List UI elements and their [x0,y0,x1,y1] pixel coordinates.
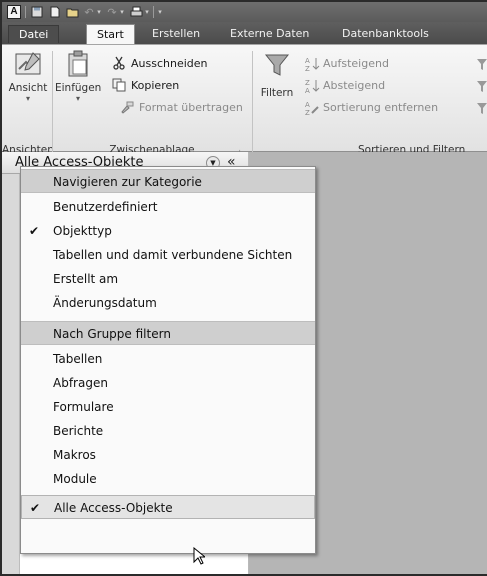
menu-item-label: Benutzerdefiniert [53,200,158,214]
svg-text:A: A [305,57,310,65]
tab-erstellen[interactable]: Erstellen [142,24,210,44]
paste-icon [68,50,88,77]
ribbon-tab-row: Datei Start Erstellen Externe Daten Date… [2,22,487,44]
svg-text:Z: Z [305,109,310,116]
menu-item-label: Objekttyp [53,224,112,238]
save-icon[interactable] [30,5,44,19]
ribbon: Ansicht ▾ Ansichten Einfügen ▾ Ausschnei… [2,44,487,156]
access-window: A ↶ ▾ ↷ ▾ ▾ ▾ Datei Start Erstellen Exte… [0,0,487,576]
menu-item-label: Berichte [53,424,104,438]
new-file-icon[interactable] [48,5,62,19]
einfuegen-button[interactable]: Einfügen ▾ [55,49,101,103]
menu-item-label: Änderungsdatum [53,296,157,310]
menu-item-module[interactable]: Module [21,467,315,491]
nav-category-menu: Navigieren zur Kategorie Benutzerdefinie… [20,166,316,554]
redo-icon: ↷ [107,5,117,19]
menu-item-alle-access-objekte[interactable]: ✔ Alle Access-Objekte [21,495,315,519]
customize-toolbar-icon[interactable]: ▾ [156,5,164,19]
svg-text:A: A [305,101,310,109]
open-folder-icon[interactable] [65,5,79,19]
menu-item-label: Erstellt am [53,272,119,286]
copy-icon [112,78,128,94]
tab-datenbanktools[interactable]: Datenbanktools [332,24,439,44]
tab-externe-daten[interactable]: Externe Daten [220,24,319,44]
menu-header-label: Navigieren zur Kategorie [53,175,202,189]
toggle-filter-icon [476,99,487,117]
print-dropdown-icon[interactable]: ▾ [143,5,151,19]
menu-item-label: Module [53,472,97,486]
undo-dropdown-icon: ▾ [97,8,101,16]
toolbar-separator [25,6,26,18]
selection-filter-icon [476,55,487,73]
title-bar: A ↶ ▾ ↷ ▾ ▾ ▾ [2,2,487,22]
menu-item-aenderungsdatum[interactable]: Änderungsdatum [21,291,315,315]
sort-ascending-icon: AZ [304,56,320,73]
menu-item-objekttyp[interactable]: ✔ Objekttyp [21,219,315,243]
menu-item-formulare[interactable]: Formulare [21,395,315,419]
absteigend-button[interactable]: ZA Absteigend [304,77,385,95]
kopieren-button[interactable]: Kopieren [112,77,179,95]
menu-item-benutzerdefiniert[interactable]: Benutzerdefiniert [21,195,315,219]
svg-text:Z: Z [305,65,310,72]
filtern-button[interactable]: Filtern [256,49,298,100]
absteigend-label: Absteigend [323,79,386,92]
view-icon [15,52,41,75]
svg-text:Z: Z [305,79,310,87]
menu-header-gruppe: Nach Gruppe filtern [21,321,315,345]
menu-item-tabellen[interactable]: Tabellen [21,347,315,371]
aufsteigend-label: Aufsteigend [323,57,389,70]
access-app-icon[interactable]: A [7,5,21,19]
undo-icon: ↶ [84,5,94,19]
clear-sort-icon: AZ [304,100,320,117]
scissors-icon [112,56,128,72]
menu-item-berichte[interactable]: Berichte [21,419,315,443]
group-separator [252,51,253,155]
group-separator [52,51,53,155]
svg-text:A: A [305,87,310,94]
sortierung-entfernen-label: Sortierung entfernen [323,101,439,114]
format-uebertragen-label: Format übertragen [139,101,243,114]
tab-datei[interactable]: Datei [8,25,60,43]
sortierung-entfernen-button[interactable]: AZ Sortierung entfernen [304,99,438,117]
print-icon[interactable] [129,5,143,19]
format-painter-icon [120,100,136,116]
mouse-cursor-icon [193,546,207,568]
menu-item-label: Abfragen [53,376,108,390]
ansicht-button[interactable]: Ansicht ▾ [6,49,50,103]
menu-item-label: Tabellen [53,352,103,366]
menu-header-label: Nach Gruppe filtern [53,327,171,341]
aufsteigend-button[interactable]: AZ Aufsteigend [304,55,389,73]
ausschneiden-label: Ausschneiden [131,57,208,70]
sort-descending-icon: ZA [304,78,320,95]
menu-item-label: Tabellen und damit verbundene Sichten [53,248,293,262]
toolbar-separator [153,6,154,18]
kopieren-label: Kopieren [131,79,180,92]
checkmark-icon: ✔ [30,501,41,515]
nav-pane-strip [2,174,20,574]
menu-item-makros[interactable]: Makros [21,443,315,467]
einfuegen-dropdown-icon: ▾ [75,94,80,103]
funnel-icon [264,54,290,76]
menu-item-erstellt-am[interactable]: Erstellt am [21,267,315,291]
tab-start[interactable]: Start [86,24,135,44]
ausschneiden-button[interactable]: Ausschneiden [112,55,208,73]
checkmark-icon: ✔ [29,224,40,238]
menu-header-navigieren: Navigieren zur Kategorie [21,169,315,193]
menu-item-label: Formulare [53,400,114,414]
filtern-label: Filtern [260,87,294,99]
menu-item-tabellen-sichten[interactable]: Tabellen und damit verbundene Sichten [21,243,315,267]
advanced-filter-icon [476,77,487,95]
menu-item-label: Makros [53,448,96,462]
redo-dropdown-icon: ▾ [120,8,124,16]
format-uebertragen-button[interactable]: Format übertragen [120,99,243,117]
menu-item-abfragen[interactable]: Abfragen [21,371,315,395]
ansicht-dropdown-icon: ▾ [25,94,30,103]
menu-item-label: Alle Access-Objekte [54,501,173,515]
